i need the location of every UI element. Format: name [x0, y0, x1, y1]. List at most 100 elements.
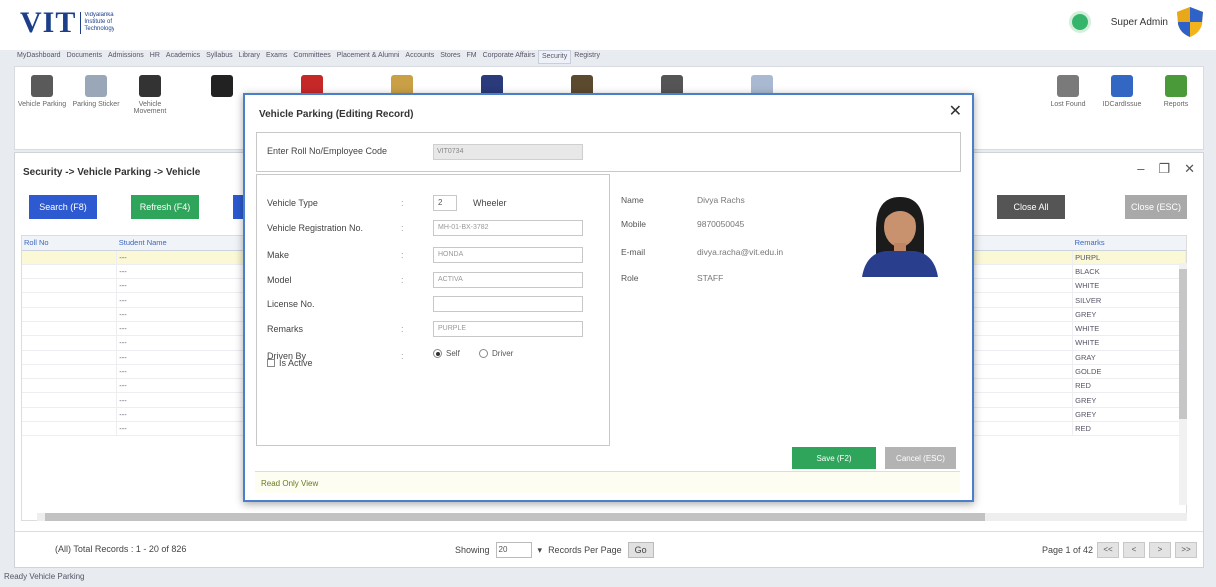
is-active-checkbox[interactable]: Is Active — [267, 358, 313, 368]
remarks-label: Remarks — [267, 324, 304, 334]
toolbar-item[interactable]: Vehicle Parking — [15, 67, 69, 149]
roll-no-input[interactable]: VIT0734 — [433, 144, 583, 160]
cell-roll — [22, 378, 118, 394]
mobile-label: Mobile — [621, 219, 647, 229]
toolbar-item[interactable]: Parking Sticker — [69, 67, 123, 149]
minimize-icon[interactable]: – — [1137, 161, 1144, 177]
car-person-icon — [31, 75, 53, 97]
refresh-button[interactable]: Refresh (F4) — [131, 195, 199, 219]
name-label: Name — [621, 195, 644, 205]
roll-no-label: Enter Roll No/Employee Code — [267, 146, 388, 156]
toolbar-item[interactable]: Lost Found — [1041, 67, 1095, 149]
notification-icon[interactable] — [1068, 11, 1091, 33]
self-radio[interactable]: Self — [433, 349, 460, 358]
menu-item[interactable]: Placement & Alumni — [334, 50, 403, 64]
last-page-button[interactable]: >> — [1175, 542, 1197, 558]
column-header[interactable]: Remarks — [1072, 236, 1186, 251]
email-label: E-mail — [621, 247, 646, 257]
license-input[interactable] — [433, 296, 583, 312]
toolbar-item[interactable]: Vehicle Movement — [123, 67, 177, 149]
lost-found-icon — [1057, 75, 1079, 97]
shield-icon — [1177, 7, 1203, 37]
go-button[interactable]: Go — [627, 542, 654, 558]
driver-radio[interactable]: Driver — [479, 349, 513, 358]
toolbar-label: Vehicle Movement — [133, 101, 167, 115]
menu-item[interactable]: Accounts — [402, 50, 437, 64]
wheeler-label: Wheeler — [473, 198, 507, 208]
menu-item[interactable]: Registry — [571, 50, 603, 64]
toolbar-label: Lost Found — [1050, 101, 1086, 108]
menu-item[interactable]: FM — [463, 50, 479, 64]
restore-icon[interactable]: ❐ — [1158, 161, 1170, 177]
vertical-scrollbar[interactable] — [1179, 263, 1187, 505]
chevron-down-icon[interactable]: ▾ — [538, 545, 543, 556]
cell-roll — [22, 350, 118, 365]
registration-input[interactable]: MH-01-BX-3782 — [433, 220, 583, 236]
make-input[interactable]: HONDA — [433, 247, 583, 263]
breadcrumb: Security -> Vehicle Parking -> Vehicle — [23, 167, 201, 178]
cell-remarks: WHITE — [1072, 321, 1186, 337]
close-esc-button[interactable]: Close (ESC) — [1125, 195, 1187, 219]
toolbar-label: IDCardIssue — [1102, 101, 1142, 108]
first-page-button[interactable]: << — [1097, 542, 1119, 558]
vehicle-type-input[interactable]: 2 — [433, 195, 457, 211]
cell-roll — [22, 264, 118, 280]
menu-item[interactable]: Stores — [437, 50, 463, 64]
showing-label: Showing — [455, 545, 490, 555]
next-page-button[interactable]: > — [1149, 542, 1171, 558]
model-input[interactable]: ACTIVA — [433, 272, 583, 288]
dialog-close-icon[interactable]: ✕ — [949, 101, 962, 121]
grid-footer: (All) Total Records : 1 - 20 of 826 Show… — [15, 531, 1203, 567]
truck-icon — [139, 75, 161, 97]
menu-item[interactable]: Corporate Affairs — [480, 50, 538, 64]
menu-item[interactable]: Exams — [263, 50, 290, 64]
menu-item[interactable]: Security — [537, 50, 572, 64]
menu-item[interactable]: Documents — [64, 50, 105, 64]
close-all-button[interactable]: Close All — [997, 195, 1065, 219]
menu-item[interactable]: Admissions — [105, 50, 147, 64]
cell-roll — [22, 321, 118, 337]
logo-text: VIT — [20, 6, 77, 39]
add-button[interactable] — [233, 195, 243, 219]
menu-item[interactable]: Syllabus — [203, 50, 235, 64]
close-icon[interactable]: ✕ — [1184, 161, 1195, 177]
cell-remarks: RED — [1072, 421, 1186, 437]
cell-remarks: GREY — [1072, 307, 1186, 322]
pager: Page 1 of 42 << < > >> — [1042, 542, 1197, 558]
vehicle-form: Vehicle Type : 2 Wheeler Vehicle Registr… — [256, 174, 610, 446]
cell-roll — [22, 335, 118, 351]
main-menu: MyDashboard Documents Admissions HR Academic… — [14, 50, 1204, 64]
cell-roll — [22, 250, 118, 265]
film-icon — [211, 75, 233, 97]
idcard-icon — [1111, 75, 1133, 97]
menu-item[interactable]: Academics — [163, 50, 203, 64]
cell-remarks: GOLDE — [1072, 364, 1186, 380]
column-header[interactable]: Roll No — [22, 236, 117, 251]
dialog-title: Vehicle Parking (Editing Record) — [259, 109, 414, 120]
menu-item[interactable]: MyDashboard — [14, 50, 64, 64]
menu-item[interactable]: HR — [147, 50, 163, 64]
menu-item[interactable]: Committees — [290, 50, 333, 64]
toolbar-item[interactable]: IDCardIssue — [1095, 67, 1149, 149]
vehicle-type-label: Vehicle Type — [267, 198, 318, 208]
cell-remarks: WHITE — [1072, 278, 1186, 294]
menu-item[interactable]: Library — [236, 50, 263, 64]
window-controls: – ❐ ✕ — [1137, 161, 1195, 177]
search-button[interactable]: Search (F8) — [29, 195, 97, 219]
cell-remarks: SILVER — [1072, 292, 1186, 308]
user-name[interactable]: Super Admin — [1111, 17, 1168, 28]
prev-page-button[interactable]: < — [1123, 542, 1145, 558]
vit-logo[interactable]: VIT Vidyalankar Institute of Technology — [20, 6, 114, 40]
per-page-select[interactable]: 20 — [495, 542, 532, 558]
role-value: STAFF — [697, 273, 724, 283]
toolbar-item[interactable]: Reports — [1149, 67, 1203, 149]
per-page-label: Records Per Page — [548, 545, 622, 555]
cancel-button[interactable]: Cancel (ESC) — [885, 447, 956, 469]
horizontal-scrollbar[interactable] — [37, 513, 1187, 521]
cell-remarks: RED — [1072, 378, 1186, 394]
save-button[interactable]: Save (F2) — [792, 447, 876, 469]
cell-roll — [22, 278, 118, 294]
remarks-input[interactable]: PURPLE — [433, 321, 583, 337]
read-only-note: Read Only View — [255, 471, 960, 493]
name-value: Divya Rachs — [697, 195, 745, 205]
